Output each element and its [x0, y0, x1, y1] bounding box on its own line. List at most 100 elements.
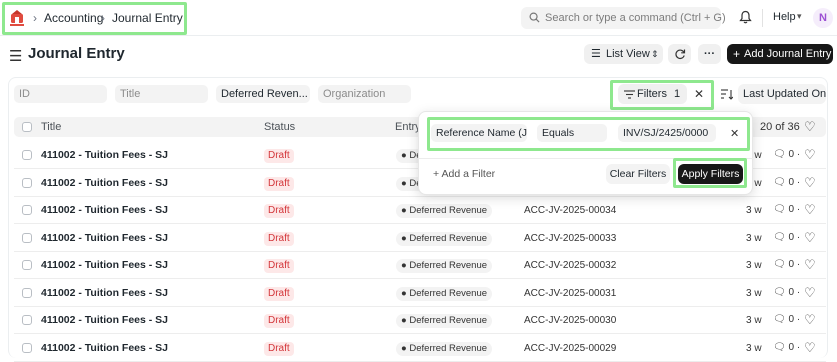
- like-heart-icon[interactable]: ♡: [804, 230, 816, 246]
- row-name: ACC-JV-2025-00034: [524, 205, 617, 216]
- list-view-label: List View: [606, 48, 650, 60]
- table-row[interactable]: 411002 - Tuition Fees - SJ Draft ● Deferre…: [14, 335, 826, 362]
- sort-direction-icon[interactable]: [721, 89, 733, 100]
- status-badge: Draft: [264, 204, 294, 218]
- search-bar[interactable]: Search or type a command (Ctrl + G): [521, 7, 726, 29]
- row-name: ACC-JV-2025-00031: [524, 287, 617, 299]
- navbar: › Accounting › Journal Entry Search or t…: [0, 0, 837, 36]
- row-title[interactable]: 411002 - Tuition Fees - SJ: [41, 259, 168, 271]
- refresh-button[interactable]: [668, 44, 691, 64]
- row-comments[interactable]: 🗨 0 ·: [773, 342, 800, 353]
- entry-type-label: Deferred Revenue: [409, 205, 488, 216]
- row-title[interactable]: 411002 - Tuition Fees - SJ: [41, 177, 168, 189]
- row-checkbox[interactable]: [22, 287, 32, 298]
- row-comments[interactable]: 🗨 0 ·: [773, 177, 800, 188]
- clear-filter-icon[interactable]: ✕: [694, 87, 704, 101]
- refresh-icon: [675, 49, 686, 60]
- sidebar-toggle-icon[interactable]: ☰: [9, 47, 22, 65]
- add-filter-button[interactable]: + Add a Filter: [433, 168, 495, 180]
- row-checkbox[interactable]: [22, 177, 32, 188]
- breadcrumb-journal-entry[interactable]: Journal Entry: [112, 11, 183, 25]
- remove-filter-icon[interactable]: ✕: [730, 127, 739, 140]
- filters-button[interactable]: Filters 1: [618, 84, 687, 104]
- like-heart-icon[interactable]: ♡: [804, 147, 816, 163]
- dot-separator: ·: [796, 259, 801, 270]
- list-view-icon: ☰: [591, 48, 601, 60]
- row-title[interactable]: 411002 - Tuition Fees - SJ: [41, 204, 168, 216]
- like-heart-icon[interactable]: ♡: [804, 285, 816, 301]
- comment-count: 0: [788, 286, 795, 298]
- entry-type-label: Deferred Revenue: [409, 232, 488, 244]
- filter-field-select[interactable]: Reference Name (J: [431, 124, 527, 142]
- like-filter-heart-icon[interactable]: ♡: [804, 119, 816, 135]
- row-checkbox[interactable]: [22, 260, 32, 270]
- status-badge: Draft: [264, 341, 294, 356]
- help-menu[interactable]: Help: [773, 11, 796, 23]
- organization-filter-input[interactable]: Organization: [318, 85, 411, 103]
- select-all-checkbox[interactable]: [22, 122, 32, 132]
- user-avatar[interactable]: N: [813, 8, 833, 28]
- comment-count: 0: [788, 314, 795, 325]
- row-title[interactable]: 411002 - Tuition Fees - SJ: [41, 314, 168, 326]
- table-row[interactable]: 411002 - Tuition Fees - SJ Draft ● Deferre…: [14, 280, 826, 307]
- add-journal-entry-button[interactable]: + Add Journal Entry: [727, 44, 833, 64]
- row-name: ACC-JV-2025-00033: [524, 232, 617, 244]
- comment-icon: 🗨: [773, 204, 786, 215]
- row-checkbox[interactable]: [22, 232, 32, 243]
- row-checkbox[interactable]: [22, 315, 32, 325]
- like-heart-icon[interactable]: ♡: [804, 202, 816, 218]
- apply-filters-button[interactable]: Apply Filters: [678, 164, 743, 184]
- breadcrumb-accounting[interactable]: Accounting: [44, 11, 103, 25]
- comment-icon: 🗨: [773, 286, 786, 298]
- id-filter-input[interactable]: ID: [14, 85, 107, 103]
- table-row[interactable]: 411002 - Tuition Fees - SJ Draft ● Deferre…: [14, 307, 826, 334]
- comment-icon: 🗨: [773, 231, 786, 243]
- row-comments[interactable]: 🗨 0 ·: [773, 204, 800, 215]
- chevron-down-icon[interactable]: ▾: [797, 11, 802, 22]
- comment-icon: 🗨: [773, 176, 786, 188]
- like-heart-icon[interactable]: ♡: [804, 175, 816, 191]
- row-title[interactable]: 411002 - Tuition Fees - SJ: [41, 342, 168, 354]
- voucher-type-filter-select[interactable]: Deferred Reven...: [216, 85, 310, 103]
- row-title[interactable]: 411002 - Tuition Fees - SJ: [41, 149, 168, 161]
- entry-type-label: Deferred Revenue: [409, 260, 488, 271]
- row-checkbox[interactable]: [22, 150, 32, 160]
- status-badge: Draft: [264, 176, 294, 191]
- row-comments[interactable]: 🗨 0 ·: [773, 259, 800, 270]
- comment-count: 0: [788, 231, 795, 243]
- like-heart-icon[interactable]: ♡: [804, 340, 816, 356]
- row-title[interactable]: 411002 - Tuition Fees - SJ: [41, 232, 168, 244]
- clear-filters-button[interactable]: Clear Filters: [606, 164, 670, 184]
- entry-type-pill: ● Deferred Revenue: [396, 314, 493, 328]
- search-placeholder: Search or type a command (Ctrl + G): [545, 12, 726, 24]
- like-heart-icon[interactable]: ♡: [804, 257, 816, 273]
- filter-value-input[interactable]: INV/SJ/2425/0000: [618, 124, 716, 142]
- sort-by-button[interactable]: Last Updated On: [738, 84, 826, 104]
- entry-type-pill: ● Deferred Revenue: [396, 231, 493, 246]
- notification-bell-icon[interactable]: [739, 10, 752, 24]
- list-view-button[interactable]: ☰ List View ⇕: [584, 44, 663, 64]
- row-title[interactable]: 411002 - Tuition Fees - SJ: [41, 287, 168, 299]
- comment-count: 0: [788, 341, 795, 353]
- filter-icon: [624, 90, 635, 99]
- row-modified: 3 w: [746, 205, 762, 216]
- like-heart-icon[interactable]: ♡: [804, 312, 816, 328]
- row-comments[interactable]: 🗨 0 ·: [773, 232, 800, 243]
- chevron-updown-icon: ⇕: [651, 49, 659, 59]
- row-checkbox[interactable]: [22, 342, 32, 353]
- row-comments[interactable]: 🗨 0 ·: [773, 287, 800, 298]
- row-comments[interactable]: 🗨 0 ·: [773, 314, 800, 325]
- comment-count: 0: [788, 204, 795, 215]
- filters-label: Filters: [637, 88, 667, 100]
- table-row[interactable]: 411002 - Tuition Fees - SJ Draft ● Deferre…: [14, 252, 826, 279]
- filter-condition-select[interactable]: Equals: [537, 124, 607, 142]
- table-row[interactable]: 411002 - Tuition Fees - SJ Draft ● Deferre…: [14, 225, 826, 252]
- table-row[interactable]: 411002 - Tuition Fees - SJ Draft ● Deferre…: [14, 197, 826, 224]
- row-checkbox[interactable]: [22, 205, 32, 215]
- more-actions-button[interactable]: ···: [698, 44, 721, 64]
- app-logo-icon[interactable]: [9, 9, 25, 27]
- title-filter-input[interactable]: Title: [115, 85, 208, 103]
- row-comments[interactable]: 🗨 0 ·: [773, 149, 800, 160]
- plus-icon: +: [733, 47, 741, 61]
- comment-count: 0: [788, 176, 795, 188]
